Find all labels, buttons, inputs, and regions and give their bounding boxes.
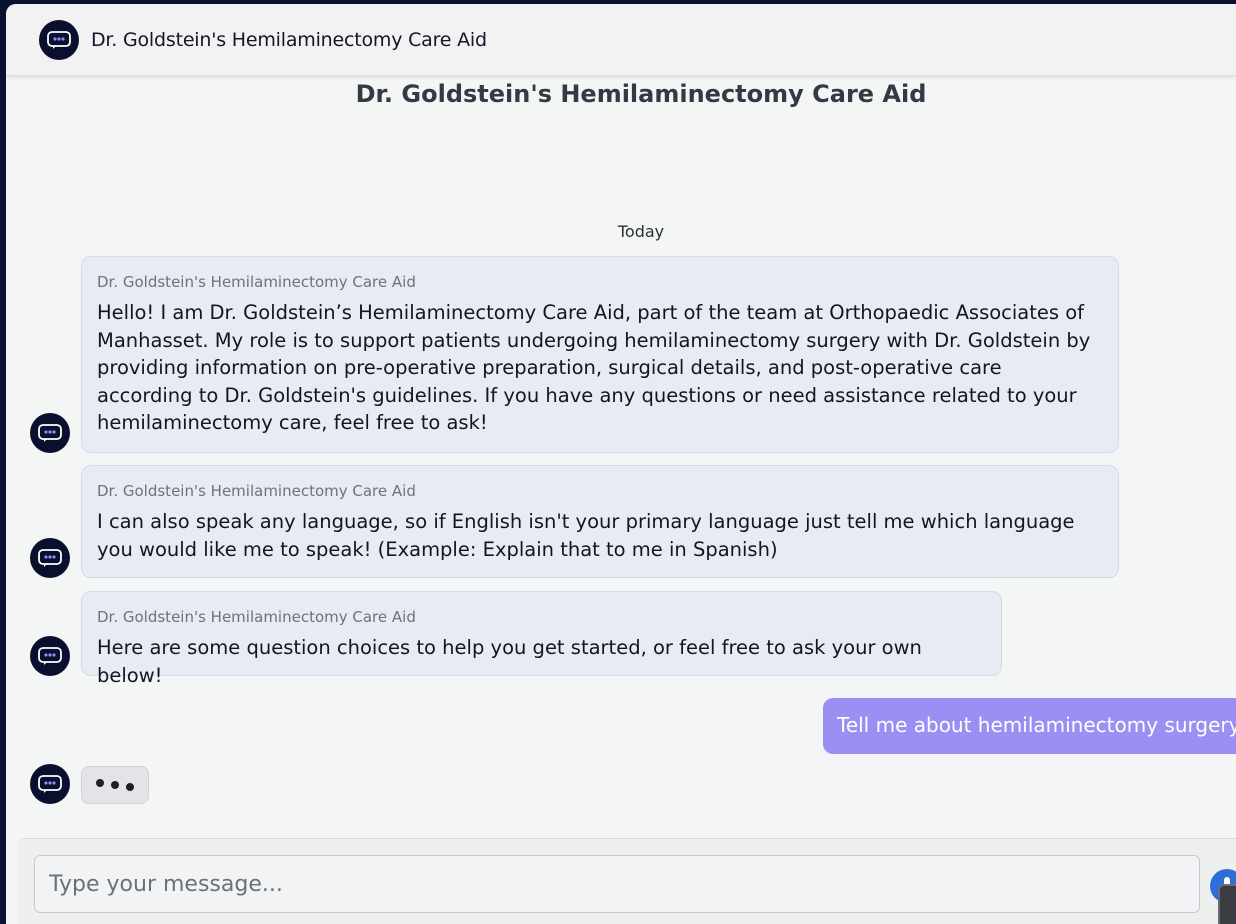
message-input[interactable] [34,855,1200,913]
message-text: Hello! I am Dr. Goldstein’s Hemilaminect… [97,301,1091,434]
typing-dot [126,783,134,791]
bot-message-row: Dr. Goldstein's Hemilaminectomy Care Aid… [30,591,1002,687]
bot-message-row: Dr. Goldstein's Hemilaminectomy Care Aid… [30,465,1119,578]
bot-message-bubble: Dr. Goldstein's Hemilaminectomy Care Aid… [81,465,1119,578]
message-sender: Dr. Goldstein's Hemilaminectomy Care Aid [97,273,416,291]
message-composer [18,838,1236,924]
typing-indicator [81,766,149,804]
header-title: Dr. Goldstein's Hemilaminectomy Care Aid [91,28,487,51]
typing-dot [111,781,119,789]
bot-message-row: Dr. Goldstein's Hemilaminectomy Care Aid… [30,256,1119,453]
chatbot-avatar-icon [30,764,70,804]
window-corner-button[interactable] [1218,884,1236,924]
typing-dot [96,779,104,787]
message-sender: Dr. Goldstein's Hemilaminectomy Care Aid [97,482,416,500]
chat-header: Dr. Goldstein's Hemilaminectomy Care Aid [6,4,1236,76]
bot-message-bubble: Dr. Goldstein's Hemilaminectomy Care Aid… [81,591,1002,687]
message-text: I can also speak any language, so if Eng… [97,510,1075,561]
bot-message-bubble: Dr. Goldstein's Hemilaminectomy Care Aid… [81,256,1119,453]
chatbot-icon [39,19,79,60]
typing-row [30,764,149,804]
user-message-bubble: Tell me about hemilaminectomy surgery [823,698,1236,754]
chatbot-avatar-icon [30,413,70,453]
chatbot-avatar-icon [30,538,70,578]
chatbot-avatar-icon [30,636,70,676]
date-divider: Today [617,222,665,241]
chat-window: Dr. Goldstein's Hemilaminectomy Care Aid… [6,4,1236,924]
page-title: Dr. Goldstein's Hemilaminectomy Care Aid [355,80,927,108]
message-text: Here are some question choices to help y… [97,636,922,687]
message-sender: Dr. Goldstein's Hemilaminectomy Care Aid [97,608,416,626]
